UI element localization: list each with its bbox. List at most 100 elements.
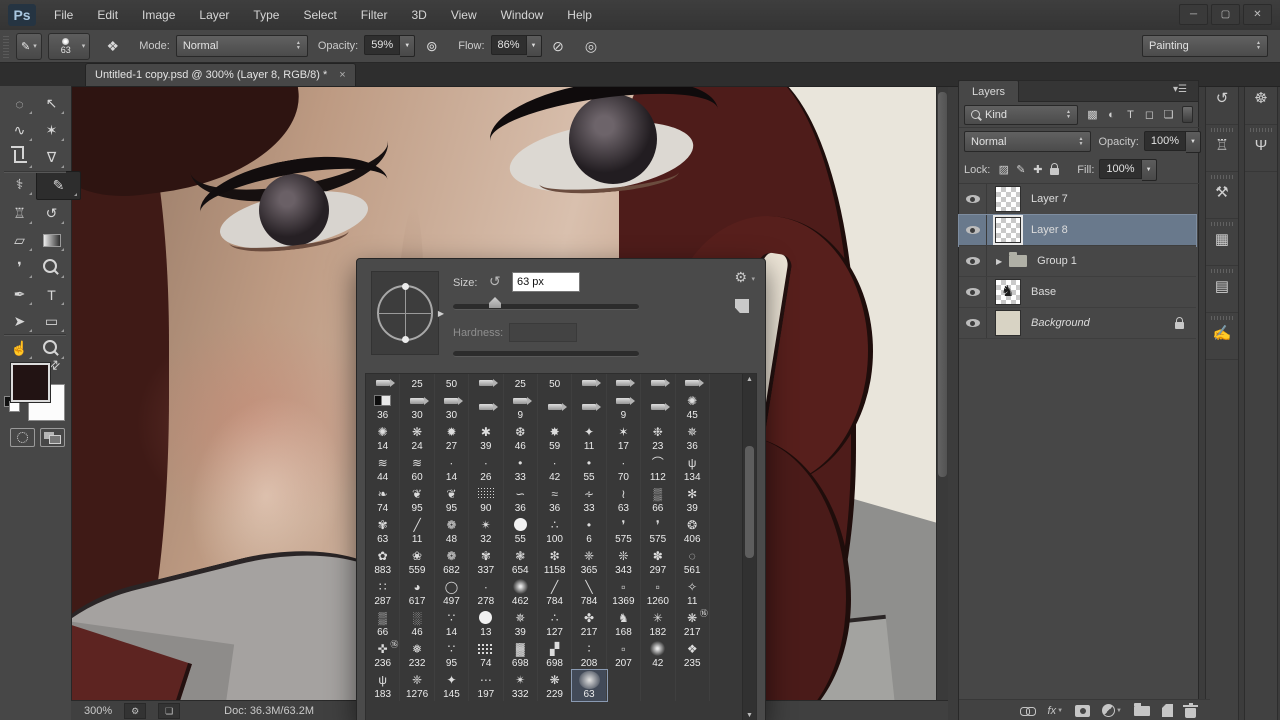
shape-tool[interactable]: ▭ — [36, 308, 67, 335]
brush-presets-panel[interactable]: ✍ — [1206, 313, 1238, 360]
document-tab[interactable]: Untitled-1 copy.psd @ 300% (Layer 8, RGB… — [85, 63, 356, 86]
brush-preset[interactable]: ∙ 278 — [469, 577, 504, 608]
brush-preset[interactable]: ∶ 208 — [572, 639, 607, 670]
crop-tool[interactable] — [4, 144, 35, 171]
visibility-toggle[interactable] — [959, 215, 987, 245]
brush-preset[interactable]: 25 — [400, 374, 435, 391]
brush-preset[interactable]: ❅ 232 — [400, 639, 435, 670]
tool-presets-panel[interactable]: ⚒ — [1206, 172, 1238, 219]
brush-preset[interactable]: ∙ 26 — [469, 453, 504, 484]
swatches-panel[interactable]: ▦ — [1206, 219, 1238, 266]
clone-stamp-tool[interactable]: ♖ — [4, 200, 35, 227]
lock-all-icon[interactable] — [1046, 163, 1063, 176]
brush-preset[interactable]: ◕ 617 — [400, 577, 435, 608]
brush-preset[interactable]: ░ 46 — [400, 608, 435, 639]
blur-tool[interactable]: ❜ — [4, 254, 35, 281]
brush-preset[interactable]: ▞ 698 — [538, 639, 573, 670]
airbrush-mode-button[interactable]: ⊘ — [546, 35, 571, 58]
airbrush-opacity-pressure-button[interactable]: ⊚ — [419, 35, 444, 58]
scroll-up-icon[interactable]: ▲ — [743, 376, 756, 383]
brush-preset[interactable]: 30 — [400, 391, 435, 422]
brush-preset[interactable] — [538, 391, 573, 422]
layer-row[interactable]: ▶ Group 1 — [959, 246, 1196, 277]
brush-preset[interactable]: • 6 — [572, 515, 607, 546]
brush-preset-picker[interactable]: 63 ▾ — [47, 32, 91, 60]
brush-preset[interactable]: ∻ 33 — [572, 484, 607, 515]
brush-preset[interactable]: ❆ 46 — [504, 422, 538, 453]
layer-effects-icon[interactable]: fx ▼ — [1048, 705, 1064, 717]
history-brush-tool[interactable]: ↺ — [36, 200, 67, 227]
brush-preset[interactable]: 25 — [504, 374, 538, 391]
brush-preset[interactable]: ❇ 1158 — [538, 546, 573, 577]
brush-preset[interactable]: ❁ 682 — [435, 546, 470, 577]
size-input[interactable]: 63 px — [512, 272, 580, 292]
brush-preset[interactable]: ❈ 1276 — [400, 670, 435, 701]
hand-tool[interactable]: ☝ — [4, 335, 35, 362]
brush-preset[interactable]: ✴ 32 — [469, 515, 504, 546]
slider-thumb[interactable] — [489, 297, 501, 308]
add-layer-mask-icon[interactable] — [1075, 704, 1091, 717]
brush-preset[interactable]: ⌒ 112 — [641, 453, 676, 484]
move-tool[interactable]: ↖ — [36, 90, 67, 117]
adjustment-layer-icon[interactable]: ▼ — [1102, 704, 1122, 717]
brush-preset[interactable]: ✦ 11 — [572, 422, 607, 453]
brush-preset[interactable]: ✴ 332 — [504, 670, 538, 701]
preset-scrollbar[interactable]: ▲ ▼ — [742, 374, 756, 720]
brush-preset[interactable]: ≀ 63 — [607, 484, 642, 515]
brush-preset[interactable] — [469, 391, 504, 422]
layer-blend-mode-select[interactable]: Normal — [964, 131, 1091, 152]
adjustment-filter-icon[interactable]: ◐ — [1102, 106, 1121, 124]
brush-preset[interactable]: ╲ 784 — [572, 577, 607, 608]
eyedropper-tool[interactable]: ∇ — [36, 144, 67, 171]
brush-preset[interactable]: ✧ 11 — [676, 577, 710, 608]
brush-preset[interactable]: ✺ 14 — [366, 422, 401, 453]
brush-preset[interactable]: ❜ 575 — [607, 515, 642, 546]
brush-preset[interactable]: ❉ 23 — [641, 422, 676, 453]
layer-row[interactable]: Layer 7 — [959, 184, 1196, 215]
brush-preset[interactable]: ❊ 343 — [607, 546, 642, 577]
brush-preset[interactable]: ❦ 95 — [435, 484, 470, 515]
brush-preset[interactable]: 42 — [641, 639, 676, 670]
tab-close-icon[interactable]: × — [339, 69, 345, 81]
brush-preset[interactable]: ❁ 48 — [435, 515, 470, 546]
brush-preset[interactable]: 63 — [571, 669, 608, 702]
brush-preset[interactable]: ∽ 36 — [504, 484, 538, 515]
brush-preset[interactable] — [641, 391, 676, 422]
brush-preset[interactable]: ❋ 217 ⑯ — [676, 608, 710, 639]
brush-preset[interactable]: ✶ 17 — [607, 422, 642, 453]
brush-preset[interactable]: 30 — [435, 391, 470, 422]
minimize-button[interactable]: ─ — [1179, 4, 1208, 25]
menu-select[interactable]: Select — [291, 0, 348, 30]
brush-preset[interactable]: ❂ 406 — [676, 515, 710, 546]
brush-preset[interactable]: ✦ 145 — [435, 670, 470, 701]
brush-preset[interactable]: ❃ 654 — [504, 546, 538, 577]
marquee-tool[interactable]: ◌ — [4, 90, 35, 117]
layer-opacity-value[interactable]: 100% — [1143, 130, 1186, 151]
menu-layer[interactable]: Layer — [187, 0, 241, 30]
brush-preset[interactable]: ✱ 39 — [469, 422, 504, 453]
quick-mask-button[interactable] — [10, 428, 35, 447]
brush-preset[interactable]: 50 — [435, 374, 470, 391]
delete-layer-icon[interactable] — [1183, 702, 1198, 718]
filter-kind-select[interactable]: Kind — [964, 104, 1078, 125]
brush-angle-control[interactable]: ▶ — [371, 271, 444, 355]
brush-preset[interactable]: 9 — [504, 391, 538, 422]
brush-preset[interactable]: ∴ 100 — [538, 515, 573, 546]
brush-preset[interactable]: ╱ 784 — [538, 577, 573, 608]
brush-preset[interactable]: ✽ 297 — [641, 546, 676, 577]
maximize-button[interactable]: ▢ — [1211, 4, 1240, 25]
menu-edit[interactable]: Edit — [85, 0, 130, 30]
brush-preset[interactable]: 462 — [504, 577, 538, 608]
brush-preset[interactable]: ∴ 127 — [538, 608, 573, 639]
dodge-tool[interactable] — [36, 254, 67, 281]
brush-preset[interactable] — [366, 374, 401, 391]
brush-preset[interactable]: ❀ 559 — [400, 546, 435, 577]
brush-preset[interactable]: ▒ 66 — [641, 484, 676, 515]
brush-preset[interactable] — [572, 374, 607, 391]
notes-panel[interactable]: ▤ — [1206, 266, 1238, 313]
create-new-brush-icon[interactable] — [735, 299, 749, 313]
brush-preset[interactable]: 50 — [538, 374, 573, 391]
shape-filter-icon[interactable]: ◻ — [1140, 106, 1159, 124]
menu-help[interactable]: Help — [555, 0, 604, 30]
brush-preset[interactable]: ◌ 561 — [676, 546, 710, 577]
